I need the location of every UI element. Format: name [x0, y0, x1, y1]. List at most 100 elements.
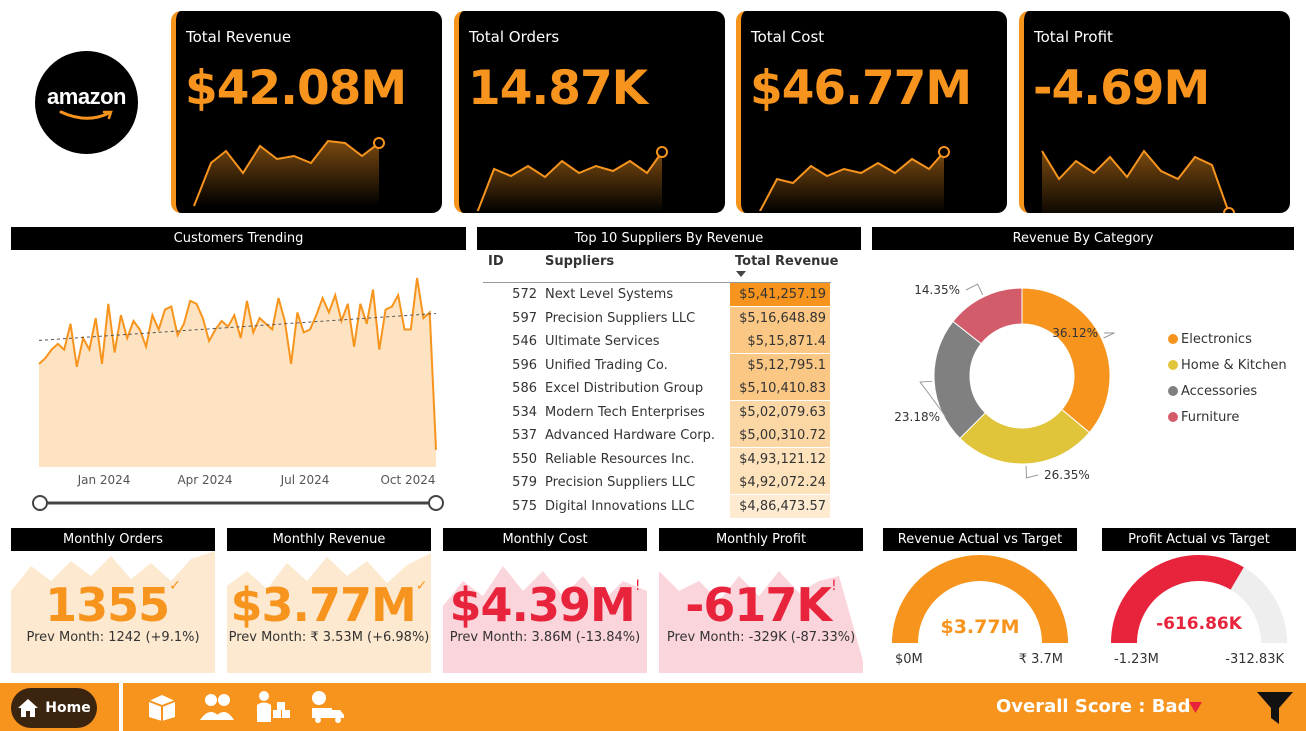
donut-label: 23.18%	[894, 410, 940, 424]
x-tick-label: Apr 2024	[177, 473, 232, 487]
users-icon[interactable]	[199, 692, 235, 722]
customers-trending-header: Customers Trending	[11, 227, 466, 250]
filter-icon[interactable]	[1256, 690, 1294, 726]
kpi-title: Total Orders	[469, 28, 560, 46]
overall-score: Overall Score : Bad	[996, 696, 1191, 717]
logo-smile-icon	[59, 110, 113, 120]
x-tick-label: Jul 2024	[280, 473, 330, 487]
category-donut-chart[interactable]: 36.12% 26.35% 23.18% 14.35%	[872, 252, 1172, 522]
legend-item-home-kitchen[interactable]: Home & Kitchen	[1168, 352, 1287, 378]
table-row[interactable]: 537 Advanced Hardware Corp. $5,00,310.72	[483, 424, 833, 448]
supplier-id: 534	[512, 404, 537, 420]
legend-item-electronics[interactable]: Electronics	[1168, 326, 1287, 352]
supplier-revenue: $5,41,257.19	[730, 283, 830, 307]
table-row[interactable]: 572 Next Level Systems $5,41,257.19	[483, 283, 833, 307]
table-row[interactable]: 579 Precision Suppliers LLC $4,92,072.24	[483, 471, 833, 495]
column-header-suppliers[interactable]: Suppliers	[545, 254, 614, 269]
kpi-title: Total Revenue	[186, 28, 292, 46]
gauge-max: -312.83K	[1225, 652, 1284, 667]
table-row[interactable]: 546 Ultimate Services $5,15,871.4	[483, 330, 833, 354]
kpi-value: 14.87K	[468, 61, 648, 116]
logo-text: amazon	[47, 83, 126, 109]
monthly-cost-value: $4.39M	[449, 578, 636, 632]
gauge-max: ₹ 3.7M	[1019, 652, 1063, 667]
supplier-name: Digital Innovations LLC	[545, 498, 695, 514]
monthly-revenue-card[interactable]: $3.77M✓ Prev Month: ₹ 3.53M (+6.98%)	[227, 578, 431, 645]
warning-icon: !	[634, 578, 641, 594]
category-header: Revenue By Category	[872, 227, 1294, 250]
warning-icon: !	[831, 578, 837, 594]
kpi-card-total-cost[interactable]: Total Cost $46.77M	[736, 11, 1007, 213]
kpi-sparkline	[1041, 149, 1235, 213]
down-triangle-icon	[1189, 702, 1202, 713]
monthly-orders-prev: Prev Month: 1242 (+9.1%)	[26, 630, 200, 645]
table-row[interactable]: 597 Precision Suppliers LLC $5,16,648.89	[483, 306, 833, 331]
monthly-orders-value: 1355	[45, 578, 170, 632]
date-slider-end-handle[interactable]	[428, 495, 444, 511]
legend-item-furniture[interactable]: Furniture	[1168, 404, 1287, 430]
monthly-profit-value: -617K	[685, 578, 832, 632]
legend-label: Furniture	[1181, 409, 1240, 425]
supplier-revenue: $5,00,310.72	[730, 424, 830, 448]
monthly-profit-card[interactable]: -617K! Prev Month: -329K (-87.33%)	[659, 578, 863, 645]
sort-desc-icon	[736, 271, 746, 277]
monthly-cost-card[interactable]: $4.39M! Prev Month: 3.86M (-13.84%)	[443, 578, 647, 645]
suppliers-table-body: 572 Next Level Systems $5,41,257.19 597 Prec…	[483, 283, 833, 518]
amazon-logo: amazon	[35, 51, 138, 154]
supplier-revenue: $5,12,795.1	[730, 353, 830, 377]
kpi-card-total-profit[interactable]: Total Profit -4.69M	[1019, 11, 1290, 213]
monthly-orders-header: Monthly Orders	[11, 528, 215, 551]
supplier-id: 550	[512, 451, 537, 467]
gauge-value: -616.86K	[1156, 614, 1243, 634]
gauge-value: $3.77M	[940, 616, 1019, 638]
donut-leader-line	[1025, 465, 1039, 479]
table-row[interactable]: 534 Modern Tech Enterprises $5,02,079.63	[483, 400, 833, 425]
kpi-card-total-revenue[interactable]: Total Revenue $42.08M	[171, 11, 442, 213]
donut-label: 26.35%	[1044, 468, 1090, 482]
kpi-sparkline	[758, 146, 950, 211]
supplier-name: Next Level Systems	[545, 287, 674, 303]
legend-label: Home & Kitchen	[1181, 357, 1287, 373]
box-icon[interactable]	[145, 692, 179, 722]
table-row[interactable]: 550 Reliable Resources Inc. $4,93,121.12	[483, 447, 833, 472]
kpi-value: $42.08M	[185, 61, 407, 116]
donut-leader-line	[965, 283, 984, 296]
x-tick-label: Jan 2024	[77, 473, 131, 487]
donut-slice[interactable]	[1021, 287, 1111, 434]
supplier-name: Modern Tech Enterprises	[545, 404, 705, 420]
profit-gauge[interactable]: -616.86K -1.23M -312.83K	[1102, 551, 1296, 671]
kpi-card-total-orders[interactable]: Total Orders 14.87K	[454, 11, 725, 213]
supplier-id: 572	[512, 287, 537, 303]
column-header-total-revenue[interactable]: Total Revenue	[735, 254, 839, 269]
monthly-revenue-prev: Prev Month: ₹ 3.53M (+6.98%)	[228, 630, 430, 645]
gauge-min: $0M	[895, 652, 923, 667]
table-row[interactable]: 596 Unified Trading Co. $5,12,795.1	[483, 353, 833, 378]
legend-item-accessories[interactable]: Accessories	[1168, 378, 1287, 404]
customers-trending-chart[interactable]: Jan 2024 Apr 2024 Jul 2024 Oct 2024	[11, 260, 466, 520]
monthly-orders-card[interactable]: 1355✓ Prev Month: 1242 (+9.1%)	[11, 578, 215, 645]
supplier-icon[interactable]	[255, 690, 291, 724]
legend-label: Accessories	[1181, 383, 1258, 399]
supplier-revenue: $5,02,079.63	[730, 400, 830, 424]
donut-label: 36.12%	[1052, 326, 1098, 340]
date-slider-start-handle[interactable]	[32, 495, 48, 511]
monthly-profit-header: Monthly Profit	[659, 528, 863, 551]
supplier-id: 586	[512, 381, 537, 397]
revenue-gauge-header: Revenue Actual vs Target	[883, 528, 1077, 551]
delivery-truck-icon[interactable]	[310, 690, 346, 724]
supplier-name: Unified Trading Co.	[545, 357, 668, 373]
table-row[interactable]: 586 Excel Distribution Group $5,10,410.83	[483, 377, 833, 401]
supplier-revenue: $5,10,410.83	[730, 377, 830, 401]
monthly-revenue-value: $3.77M	[230, 578, 416, 632]
home-button[interactable]: Home	[11, 688, 97, 728]
profit-gauge-header: Profit Actual vs Target	[1102, 528, 1296, 551]
supplier-id: 537	[512, 428, 537, 444]
kpi-sparkline	[476, 146, 668, 211]
table-row[interactable]: 575 Digital Innovations LLC $4,86,473.57	[483, 494, 833, 519]
kpi-sparkline	[193, 137, 385, 207]
kpi-title: Total Profit	[1034, 28, 1113, 46]
revenue-gauge[interactable]: $3.77M $0M ₹ 3.7M	[883, 551, 1077, 671]
supplier-id: 596	[512, 357, 537, 373]
supplier-id: 546	[512, 334, 537, 350]
column-header-id[interactable]: ID	[488, 254, 504, 269]
